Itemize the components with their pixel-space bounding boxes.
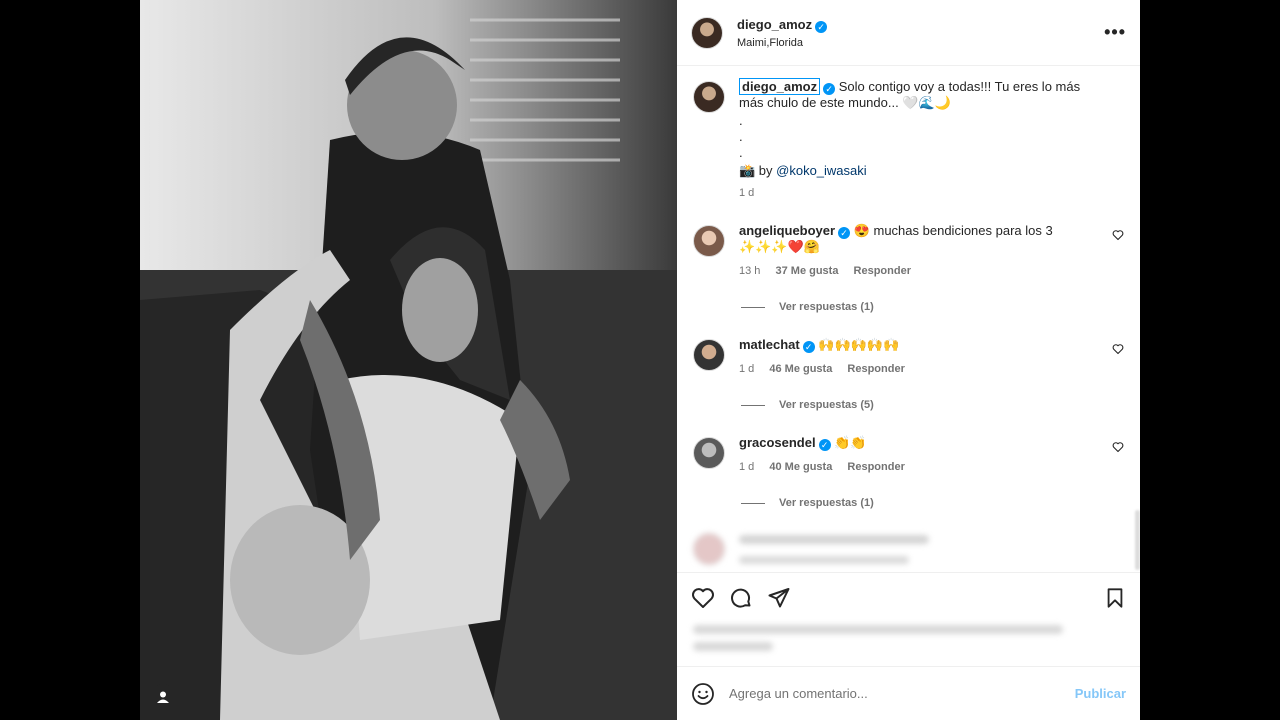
reply-button[interactable]: Responder: [854, 265, 911, 277]
comment-meta: 1 d 46 Me gusta Responder: [739, 361, 1098, 377]
comment-likes[interactable]: 37 Me gusta: [775, 265, 838, 277]
comment-body: matlechat ✓ 🙌🙌🙌🙌🙌 1 d 46 Me gusta Respond…: [739, 337, 1124, 377]
caption-body: diego_amoz ✓ Solo contigo voy a todas!!! …: [739, 78, 1124, 201]
caption-dot: .: [739, 129, 743, 144]
page-backdrop: [1140, 0, 1280, 720]
replies-divider: [741, 502, 765, 504]
comment-like-heart-icon[interactable]: [1112, 229, 1124, 241]
comment-like-heart-icon[interactable]: [1112, 441, 1124, 453]
verified-badge-icon: ✓: [838, 227, 851, 239]
photo-credit-prefix: 📸 by: [739, 163, 777, 178]
comment-likes[interactable]: 46 Me gusta: [769, 363, 832, 375]
comment-time[interactable]: 1 d: [739, 363, 754, 375]
heart-icon[interactable]: [691, 586, 715, 610]
comment-like-heart-icon[interactable]: [1112, 343, 1124, 355]
caption-username[interactable]: diego_amoz: [739, 78, 821, 95]
author-info: diego_amoz ✓ Maimi,Florida: [737, 16, 1104, 49]
commenter-avatar[interactable]: [693, 225, 725, 257]
commenter-avatar[interactable]: [693, 339, 725, 371]
caption-dot: .: [739, 113, 743, 128]
post-image: [140, 0, 677, 720]
verified-badge-icon: ✓: [815, 21, 828, 33]
comment-icon[interactable]: [729, 586, 753, 610]
view-replies-label: Ver respuestas (5): [779, 399, 874, 411]
caption-meta: 1 d: [739, 185, 1098, 201]
post-side-panel: diego_amoz ✓ Maimi,Florida ••• diego_amoz…: [677, 0, 1140, 720]
comment-item: gracosendel ✓ 👏👏 1 d 40 Me gusta Responde…: [693, 435, 1124, 475]
reply-button[interactable]: Responder: [847, 363, 904, 375]
comment-input[interactable]: [729, 686, 1075, 701]
reply-button[interactable]: Responder: [847, 461, 904, 473]
comment-meta: 13 h 37 Me gusta Responder: [739, 263, 1098, 279]
blurred-comment-item: [693, 531, 1124, 565]
app-frame: diego_amoz ✓ Maimi,Florida ••• diego_amoz…: [0, 0, 1280, 720]
user-tag-button[interactable]: [150, 684, 176, 710]
emoji-icon[interactable]: [691, 682, 715, 706]
more-options-icon[interactable]: •••: [1104, 22, 1126, 43]
post-actions: [677, 572, 1140, 622]
user-tag-icon: [157, 691, 169, 703]
post-photo[interactable]: [140, 0, 677, 720]
comment-likes[interactable]: 40 Me gusta: [769, 461, 832, 473]
post-location[interactable]: Maimi,Florida: [737, 37, 1104, 49]
publish-button[interactable]: Publicar: [1075, 686, 1126, 701]
view-replies-label: Ver respuestas (1): [779, 301, 874, 313]
verified-badge-icon: ✓: [823, 83, 836, 95]
view-replies-button[interactable]: Ver respuestas (5): [741, 399, 1124, 411]
comment-text: 👏👏: [834, 435, 867, 450]
caption: diego_amoz ✓ Solo contigo voy a todas!!! …: [693, 78, 1124, 201]
comment-time[interactable]: 13 h: [739, 265, 760, 277]
commenter-username[interactable]: matlechat: [739, 337, 800, 352]
comment-item: angeliqueboyer ✓ 😍 muchas bendiciones par…: [693, 223, 1124, 279]
blurred-comment-body: [739, 531, 1124, 564]
caption-time[interactable]: 1 d: [739, 187, 754, 199]
replies-divider: [741, 404, 765, 406]
add-comment-bar: Publicar: [677, 666, 1140, 720]
likes-summary-blurred: [693, 620, 1073, 656]
author-username[interactable]: diego_amoz: [737, 17, 812, 32]
verified-badge-icon: ✓: [818, 439, 831, 451]
credit-mention-link[interactable]: @koko_iwasaki: [776, 163, 867, 178]
caption-avatar[interactable]: [693, 81, 725, 113]
comments-list[interactable]: diego_amoz ✓ Solo contigo voy a todas!!! …: [677, 67, 1140, 572]
comment-body: angeliqueboyer ✓ 😍 muchas bendiciones par…: [739, 223, 1124, 279]
comment-meta: 1 d 40 Me gusta Responder: [739, 459, 1098, 475]
photo-credit: 📸 by @koko_iwasaki: [739, 163, 1098, 179]
commenter-username[interactable]: gracosendel: [739, 435, 816, 450]
caption-dot: .: [739, 145, 743, 160]
comment-time[interactable]: 1 d: [739, 461, 754, 473]
share-icon[interactable]: [767, 586, 791, 610]
replies-divider: [741, 306, 765, 308]
post-header: diego_amoz ✓ Maimi,Florida •••: [677, 0, 1140, 66]
author-avatar[interactable]: [691, 16, 723, 49]
comment-text: 🙌🙌🙌🙌🙌: [818, 337, 900, 352]
commenter-username[interactable]: angeliqueboyer: [739, 223, 835, 238]
view-replies-label: Ver respuestas (1): [779, 497, 874, 509]
comment-body: gracosendel ✓ 👏👏 1 d 40 Me gusta Responde…: [739, 435, 1124, 475]
comment-item: matlechat ✓ 🙌🙌🙌🙌🙌 1 d 46 Me gusta Respond…: [693, 337, 1124, 377]
commenter-avatar[interactable]: [693, 437, 725, 469]
view-replies-button[interactable]: Ver respuestas (1): [741, 301, 1124, 313]
blurred-avatar: [693, 533, 725, 565]
bookmark-icon[interactable]: [1104, 587, 1126, 609]
verified-badge-icon: ✓: [802, 341, 815, 353]
view-replies-button[interactable]: Ver respuestas (1): [741, 497, 1124, 509]
